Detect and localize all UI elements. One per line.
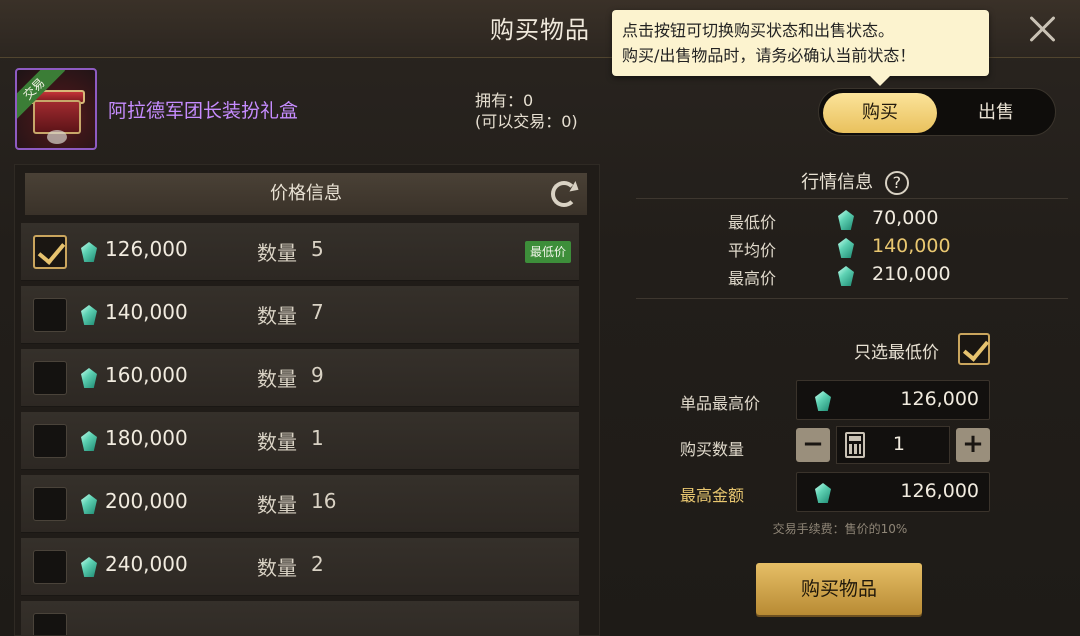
tooltip-line-2: 购买/出售物品时，请务必确认当前状态！ (622, 46, 916, 65)
row-price: 180,000 (105, 426, 188, 450)
max-price-label: 最高价 (728, 269, 777, 288)
gem-icon (81, 494, 97, 514)
owned-info: 拥有：0 (可以交易：0) (475, 90, 578, 132)
market-info-label: 行情信息 (801, 172, 874, 193)
max-total-field: 126,000 (796, 472, 990, 512)
gem-icon (81, 368, 97, 388)
row-checkbox[interactable] (33, 550, 67, 584)
divider (636, 198, 1068, 199)
price-list-title: 价格信息 (270, 183, 342, 204)
gift-box-icon (33, 100, 81, 134)
row-price: 126,000 (105, 237, 188, 261)
only-lowest-checkbox[interactable] (958, 333, 990, 365)
gem-icon (838, 210, 854, 230)
row-qty: 7 (311, 300, 324, 324)
row-qty-label: 数量 (257, 241, 297, 265)
row-price: 140,000 (105, 300, 188, 324)
price-row[interactable]: 180,000 数量 1 (21, 412, 579, 470)
max-price-row: 最高价 210,000 (640, 263, 1040, 289)
row-qty: 2 (311, 552, 324, 576)
gem-icon (815, 391, 831, 411)
only-lowest-label: 只选最低价 (854, 343, 939, 363)
mode-tooltip: 点击按钮可切换购买状态和出售状态。 购买/出售物品时，请务必确认当前状态！ (612, 10, 989, 86)
buy-mode-button[interactable]: 购买 (823, 93, 937, 133)
help-icon[interactable]: ? (884, 171, 909, 195)
unit-max-price-field[interactable]: 126,000 (796, 380, 990, 420)
min-price-value: 70,000 (872, 207, 939, 229)
unit-max-price-value: 126,000 (900, 388, 979, 410)
divider (636, 298, 1068, 299)
row-checkbox[interactable] (33, 613, 67, 635)
row-qty-label: 数量 (257, 556, 297, 580)
row-checkbox[interactable] (33, 487, 67, 521)
trade-window: 购买物品 点击按钮可切换购买状态和出售状态。 购买/出售物品时，请务必确认当前状… (0, 0, 1080, 636)
price-row[interactable]: 160,000 数量 9 (21, 349, 579, 407)
gem-icon (81, 557, 97, 577)
unit-max-price-label: 单品最高价 (680, 394, 761, 413)
avg-price-row: 平均价 140,000 (640, 235, 1040, 261)
max-price-value: 210,000 (872, 263, 951, 285)
max-total-label: 最高金额 (680, 486, 745, 505)
decrease-quantity-button[interactable]: − (796, 428, 830, 462)
row-qty-label: 数量 (257, 367, 297, 391)
price-row[interactable]: 240,000 数量 2 (21, 538, 579, 596)
buy-sell-toggle[interactable]: 购买 出售 (818, 88, 1056, 136)
min-price-label: 最低价 (728, 213, 777, 232)
lowest-price-badge: 最低价 (524, 241, 571, 263)
avg-price-label: 平均价 (728, 241, 777, 260)
increase-quantity-button[interactable]: + (956, 428, 990, 462)
row-qty-label: 数量 (257, 493, 297, 517)
gem-icon (81, 431, 97, 451)
row-checkbox[interactable] (33, 424, 67, 458)
owned-count: 拥有：0 (475, 91, 534, 110)
quantity-field[interactable]: 1 (836, 426, 950, 464)
row-checkbox[interactable] (33, 298, 67, 332)
buy-item-button[interactable]: 购买物品 (756, 563, 922, 615)
gem-icon (838, 238, 854, 258)
row-qty: 5 (311, 237, 324, 261)
market-info-title: 行情信息 ? (640, 168, 1070, 195)
row-checkbox[interactable] (33, 361, 67, 395)
row-qty-label: 数量 (257, 304, 297, 328)
gem-icon (81, 305, 97, 325)
avg-price-value: 140,000 (872, 235, 951, 257)
sell-mode-button[interactable]: 出售 (939, 93, 1053, 133)
price-row[interactable]: 126,000 数量 5 最低价 (21, 223, 579, 281)
price-row[interactable]: 140,000 数量 7 (21, 286, 579, 344)
row-price: 160,000 (105, 363, 188, 387)
gem-icon (81, 242, 97, 262)
quantity-value: 1 (892, 433, 905, 455)
row-price: 240,000 (105, 552, 188, 576)
fee-note: 交易手续费：售价的10% (772, 522, 908, 536)
row-checkbox[interactable] (33, 235, 67, 269)
close-icon[interactable] (1026, 12, 1060, 46)
price-row-partial[interactable] (21, 601, 579, 635)
max-total-value: 126,000 (900, 480, 979, 502)
buy-quantity-label: 购买数量 (680, 440, 745, 459)
row-qty-label: 数量 (257, 430, 297, 454)
sparkle-decor (47, 130, 67, 144)
calculator-icon[interactable] (845, 432, 865, 458)
price-list-panel: 价格信息 126,000 数量 5 最低价 140,000 数量 7 160,0… (14, 164, 600, 636)
tooltip-line-1: 点击按钮可切换购买状态和出售状态。 (622, 21, 895, 40)
gem-icon (838, 266, 854, 286)
row-qty: 9 (311, 363, 324, 387)
price-list-header: 价格信息 (25, 173, 587, 215)
row-qty: 1 (311, 426, 324, 450)
min-price-row: 最低价 70,000 (640, 207, 1040, 233)
item-name: 阿拉德军团长装扮礼盒 (108, 100, 299, 122)
gem-icon (815, 483, 831, 503)
row-qty: 16 (311, 489, 337, 513)
item-icon[interactable]: 交易 (15, 68, 97, 150)
price-row[interactable]: 200,000 数量 16 (21, 475, 579, 533)
refresh-icon[interactable] (551, 181, 577, 207)
row-price: 200,000 (105, 489, 188, 513)
tradable-count: (可以交易：0) (475, 112, 578, 131)
